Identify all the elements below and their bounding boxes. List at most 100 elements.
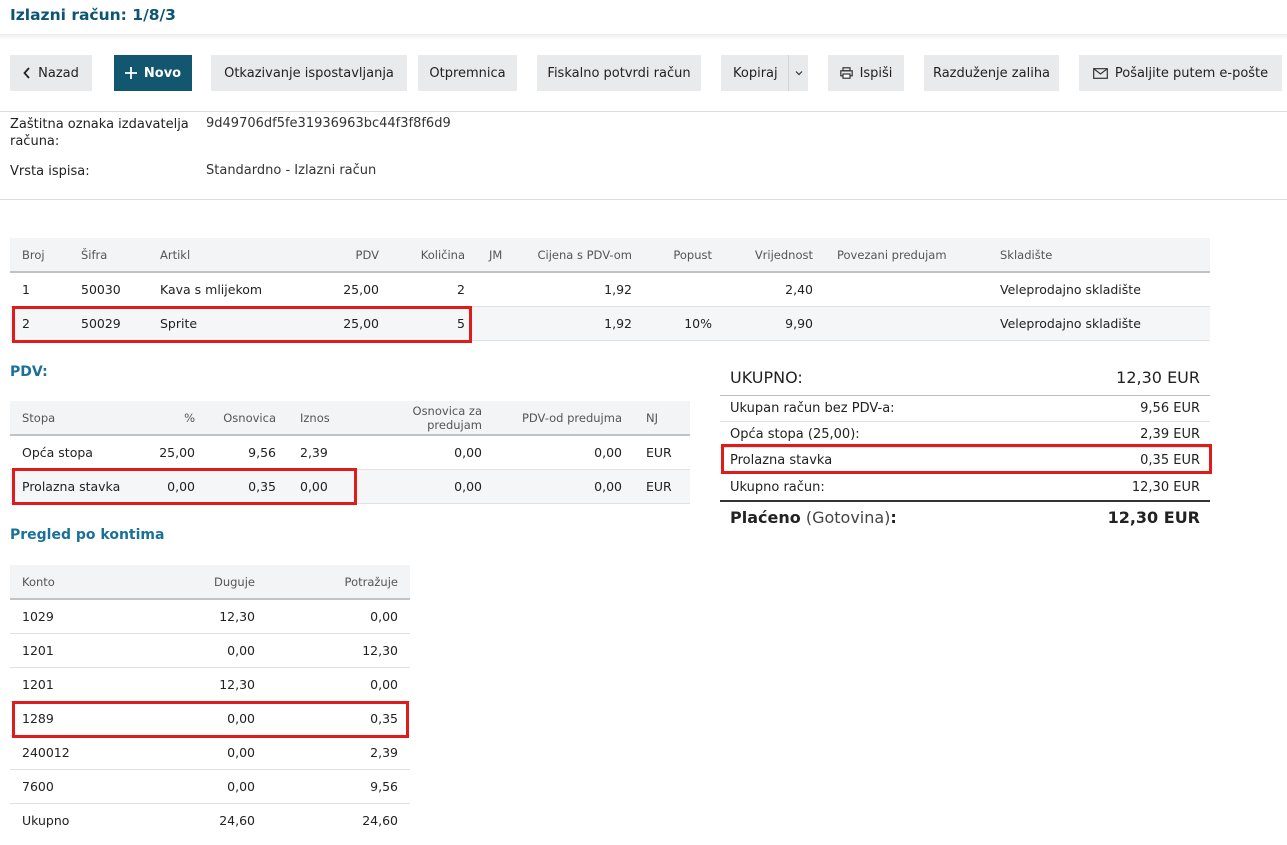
- cell: Veleprodajno skladište: [988, 272, 1210, 307]
- summary-row-label: Ukupan račun bez PDV-a:: [730, 401, 895, 416]
- col-header[interactable]: Duguje: [150, 565, 267, 600]
- zki-value: 9d49706df5fe31936963bc44f3f8f6d9: [206, 116, 451, 131]
- cell: 0,00: [288, 469, 358, 504]
- summary-row: Opća stopa (25,00): 2,39 EUR: [720, 422, 1210, 448]
- cell: 0,00: [140, 469, 207, 504]
- vat-header-row: Stopa % Osnovica Iznos Osnovica za predu…: [10, 401, 690, 436]
- cell: [825, 272, 988, 307]
- cell: 0,00: [358, 435, 494, 470]
- send-email-button[interactable]: Pošaljite putem e-pošte: [1079, 55, 1282, 91]
- cell: 0,00: [150, 701, 267, 736]
- summary-row: Ukupno račun: 12,30 EUR: [720, 474, 1210, 500]
- paid-method: (Gotovina): [805, 507, 891, 527]
- copy-split-button[interactable]: Kopiraj: [721, 55, 808, 91]
- col-header[interactable]: Skladište: [988, 238, 1210, 273]
- col-header[interactable]: Artikl: [148, 238, 288, 273]
- table-row[interactable]: Opća stopa 25,00 9,56 2,39 0,00 0,00 EUR: [10, 435, 690, 470]
- cell: 1: [10, 272, 69, 307]
- cell: EUR: [634, 469, 690, 504]
- cell: 24,60: [267, 802, 410, 837]
- cell: Ukupno: [10, 802, 150, 837]
- col-header[interactable]: Potražuje: [267, 565, 410, 600]
- cell: Veleprodajno skladište: [988, 306, 1210, 341]
- cell: 0,00: [494, 435, 634, 470]
- stock-discharge-button[interactable]: Razduženje zaliha: [924, 55, 1059, 91]
- cell: 7600: [10, 769, 150, 804]
- cell: [825, 306, 988, 341]
- envelope-icon: [1092, 67, 1108, 79]
- cell: 24,60: [150, 802, 267, 837]
- fiscal-confirm-button[interactable]: Fiskalno potvrdi račun: [537, 55, 701, 91]
- table-row[interactable]: 1201 0,00 12,30: [10, 633, 410, 668]
- chevron-down-icon[interactable]: [788, 55, 808, 91]
- summary-row-label: Prolazna stavka: [730, 453, 833, 468]
- cancel-issue-button[interactable]: Otkazivanje ispostavljanja: [211, 55, 407, 91]
- summary-row-label: Opća stopa (25,00):: [730, 427, 860, 442]
- summary-row: Prolazna stavka 0,35 EUR: [720, 448, 1210, 474]
- cell: 25,00: [288, 272, 391, 307]
- cell: 0,00: [358, 469, 494, 504]
- cell: 25,00: [140, 435, 207, 470]
- col-header[interactable]: Povezani predujam: [825, 238, 988, 273]
- col-header[interactable]: NJ: [634, 401, 690, 436]
- cell: Kava s mlijekom: [148, 272, 288, 307]
- col-header[interactable]: PDV-od predujma: [494, 401, 634, 436]
- table-row[interactable]: 2 50029 Sprite 25,00 5 1,92 10% 9,90 Vel…: [10, 306, 1210, 341]
- summary-row-value: 12,30 EUR: [1131, 479, 1200, 495]
- col-header[interactable]: Osnovica: [207, 401, 288, 436]
- table-row[interactable]: 1 50030 Kava s mlijekom 25,00 2 1,92 2,4…: [10, 272, 1210, 307]
- col-header[interactable]: Količina: [391, 238, 477, 273]
- col-header[interactable]: Šifra: [69, 238, 148, 273]
- col-header[interactable]: Popust: [644, 238, 724, 273]
- cell: EUR: [634, 435, 690, 470]
- cell: [477, 306, 521, 341]
- col-header[interactable]: %: [140, 401, 207, 436]
- cell: 0,00: [494, 469, 634, 504]
- cell: 9,56: [267, 769, 410, 804]
- col-header[interactable]: Vrijednost: [724, 238, 825, 273]
- cell: 0,00: [150, 769, 267, 804]
- delivery-note-button[interactable]: Otpremnica: [418, 55, 517, 91]
- col-header[interactable]: PDV: [288, 238, 391, 273]
- new-button[interactable]: Novo: [114, 55, 192, 91]
- cell: 10%: [644, 306, 724, 341]
- col-header[interactable]: Iznos: [288, 401, 358, 436]
- table-row[interactable]: 7600 0,00 9,56: [10, 769, 410, 804]
- col-header[interactable]: Konto: [10, 565, 150, 600]
- col-header[interactable]: Broj: [10, 238, 69, 273]
- col-header[interactable]: Stopa: [10, 401, 140, 436]
- col-header[interactable]: Osnovica za predujam: [358, 401, 494, 436]
- summary-row-label: Ukupno račun:: [730, 479, 825, 495]
- cell: 9,90: [724, 306, 825, 341]
- back-label: Nazad: [38, 65, 79, 81]
- back-button[interactable]: Nazad: [10, 55, 92, 91]
- cell: 1289: [10, 701, 150, 736]
- col-header[interactable]: JM: [477, 238, 521, 273]
- table-row[interactable]: 240012 0,00 2,39: [10, 735, 410, 770]
- cell: [477, 272, 521, 307]
- cell: 0,00: [150, 735, 267, 770]
- cell: 2,40: [724, 272, 825, 307]
- accounts-section-title: Pregled po kontima: [10, 527, 165, 543]
- cell: 0,35: [207, 469, 288, 504]
- chevron-left-icon: [23, 67, 31, 79]
- table-row[interactable]: 1029 12,30 0,00: [10, 599, 410, 634]
- cell: 1201: [10, 633, 150, 668]
- cell: 2: [391, 272, 477, 307]
- accounts-table: Konto Duguje Potražuje 1029 12,30 0,00 1…: [10, 565, 410, 837]
- new-label: Novo: [143, 65, 182, 81]
- cell: Sprite: [148, 306, 288, 341]
- total-row: Ukupno 24,60 24,60: [10, 802, 410, 837]
- cell: 0,00: [267, 667, 410, 702]
- table-row[interactable]: Prolazna stavka 0,00 0,35 0,00 0,00 0,00…: [10, 469, 690, 504]
- col-header[interactable]: Cijena s PDV-om: [521, 238, 644, 273]
- print-type-label: Vrsta ispisa:: [10, 164, 90, 179]
- cell: 9,56: [207, 435, 288, 470]
- table-row[interactable]: 1201 12,30 0,00: [10, 667, 410, 702]
- table-row[interactable]: 1289 0,00 0,35: [10, 701, 410, 736]
- printer-icon: [839, 67, 853, 79]
- cell: 2,39: [267, 735, 410, 770]
- vat-table: Stopa % Osnovica Iznos Osnovica za predu…: [10, 401, 690, 504]
- cell: 12,30: [267, 633, 410, 668]
- print-button[interactable]: Ispiši: [828, 55, 904, 91]
